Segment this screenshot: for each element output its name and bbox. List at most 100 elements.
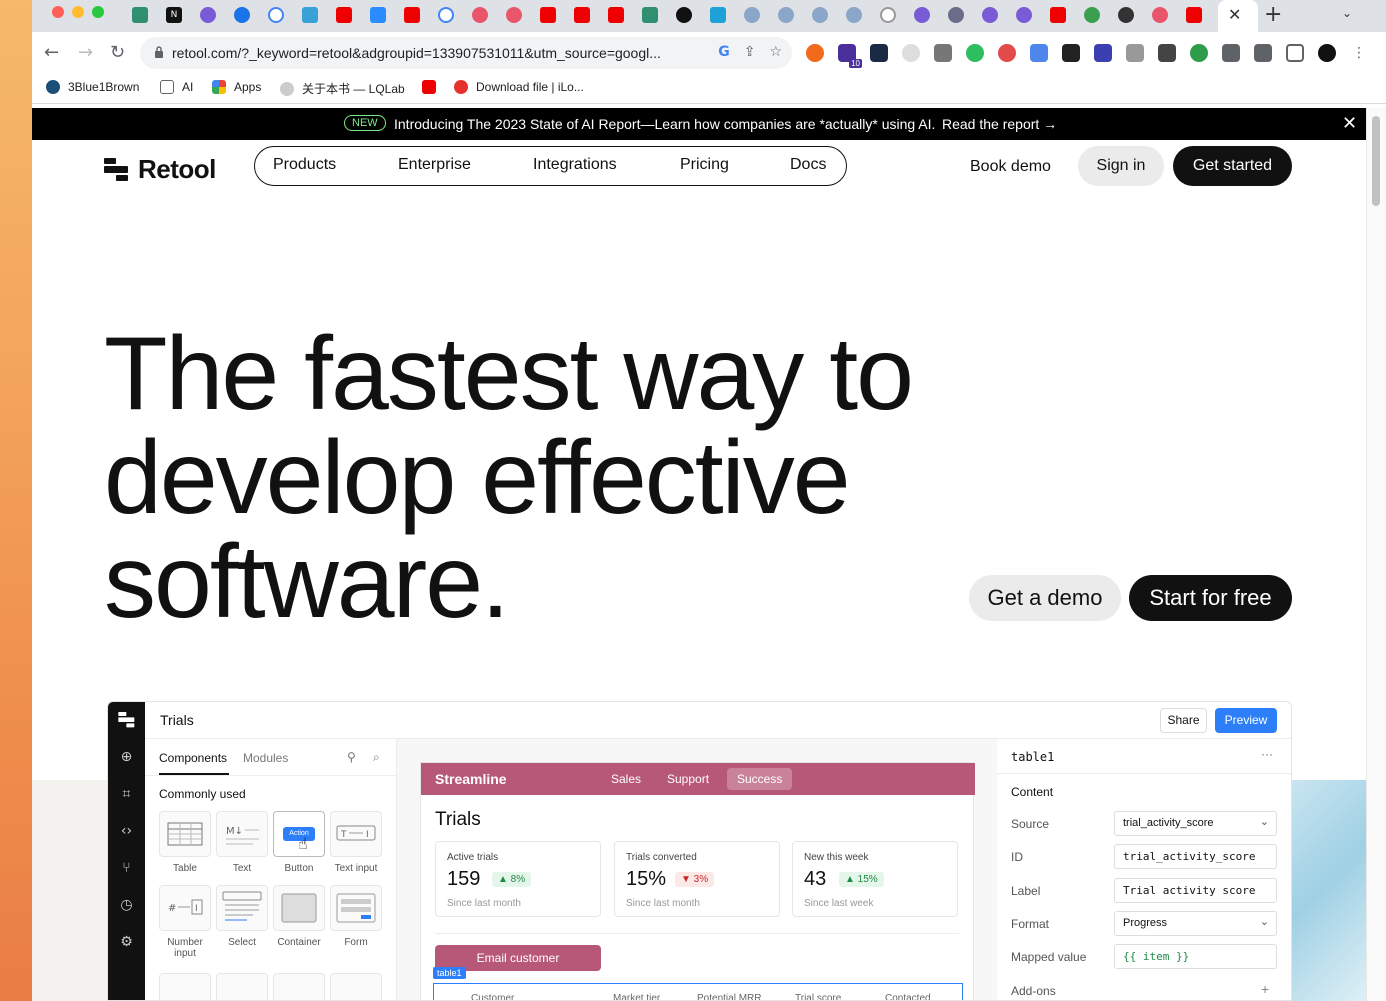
new-tab-icon[interactable]: + (1264, 2, 1282, 27)
extension-badge-icon[interactable]: 10 (838, 44, 862, 68)
sign-in-button[interactable]: Sign in (1078, 146, 1164, 186)
source-select[interactable]: trial_activity_score ⌄ (1114, 811, 1277, 836)
settings-gear-icon[interactable]: ⚙ (118, 934, 135, 951)
component-tile[interactable] (159, 973, 211, 1000)
add-component-icon[interactable]: ⊕ (118, 749, 135, 766)
tab-favicon-bilibili-icon[interactable] (710, 7, 726, 23)
share-icon[interactable]: ⇪ (744, 44, 756, 60)
add-addon-icon[interactable]: + (1261, 981, 1269, 997)
tab-favicon-icon[interactable] (914, 7, 930, 23)
react-devtools-icon[interactable] (870, 44, 888, 62)
maximize-window-button[interactable] (92, 6, 104, 18)
bookmark-3blue1brown[interactable]: 3Blue1Brown (46, 80, 139, 94)
nav-docs[interactable]: Docs (790, 156, 826, 174)
minimize-window-button[interactable] (72, 6, 84, 18)
evernote-icon[interactable] (966, 44, 984, 62)
tab-favicon-icon[interactable] (370, 7, 386, 23)
tab-favicon-openai-icon[interactable] (676, 7, 692, 23)
google-lens-icon[interactable]: G (718, 44, 730, 60)
extensions-puzzle-icon[interactable] (1222, 44, 1240, 62)
component-select[interactable] (216, 885, 268, 931)
table-header-cell[interactable]: Potential MRR (697, 993, 761, 1000)
tab-components[interactable]: Components (159, 751, 227, 765)
qr-code-icon[interactable] (1158, 44, 1176, 62)
tab-favicon-icon[interactable] (982, 7, 998, 23)
component-number-input[interactable]: # I (159, 885, 211, 931)
tab-favicon-youtube-icon[interactable] (1186, 7, 1202, 23)
table-selection-tag[interactable]: table1 (433, 967, 466, 979)
get-started-button[interactable]: Get started (1173, 146, 1292, 186)
tab-favicon-notion-icon[interactable]: N (166, 7, 182, 23)
tab-favicon-icon[interactable] (1016, 7, 1032, 23)
table-header-cell[interactable]: Market tier (613, 993, 660, 1000)
url-text[interactable]: retool.com/?_keyword=retool&adgroupid=13… (172, 45, 661, 61)
close-window-button[interactable] (52, 6, 64, 18)
tab-favicon-icon[interactable] (1152, 7, 1168, 23)
preview-button[interactable]: Preview (1215, 708, 1277, 733)
component-tile[interactable] (273, 973, 325, 1000)
tab-favicon-icon[interactable] (744, 7, 760, 23)
component-text[interactable]: M↓ (216, 811, 268, 857)
component-button[interactable]: Action ☝ (273, 811, 325, 857)
tab-favicon-youtube-icon[interactable] (608, 7, 624, 23)
extension-icon[interactable] (934, 44, 952, 62)
close-banner-icon[interactable]: ✕ (1342, 113, 1357, 134)
format-select[interactable]: Progress ⌄ (1114, 911, 1277, 936)
tab-favicon-chatgpt-icon[interactable] (132, 7, 148, 23)
side-panel-icon[interactable] (1286, 44, 1304, 62)
tab-search-chevron-icon[interactable]: ⌄ (1342, 6, 1352, 20)
extension-icon[interactable] (1126, 44, 1144, 62)
tab-favicon-icon[interactable] (472, 7, 488, 23)
tab-modules[interactable]: Modules (243, 751, 288, 765)
address-bar[interactable]: retool.com/?_keyword=retool&adgroupid=13… (140, 37, 792, 69)
tab-favicon-youtube-icon[interactable] (574, 7, 590, 23)
tab-favicon-youtube-icon[interactable] (404, 7, 420, 23)
label-input[interactable]: Trial activity score (1114, 878, 1277, 903)
streamline-nav-support[interactable]: Support (667, 772, 709, 786)
tab-favicon-icon[interactable] (200, 7, 216, 23)
retool-logo[interactable]: Retool (104, 154, 216, 185)
bookmark-youtube[interactable] (422, 80, 436, 94)
component-tile[interactable] (330, 973, 382, 1000)
read-report-link[interactable]: Read the report → (942, 116, 1057, 132)
bookmark-folder-ai[interactable]: AI (160, 80, 193, 94)
component-table[interactable] (159, 811, 211, 857)
get-a-demo-button[interactable]: Get a demo (969, 575, 1121, 621)
start-for-free-button[interactable]: Start for free (1129, 575, 1292, 621)
nav-integrations[interactable]: Integrations (533, 156, 617, 174)
bookmark-apps[interactable]: Apps (212, 80, 261, 94)
lock-icon[interactable] (154, 46, 164, 58)
tab-favicon-icon[interactable] (302, 7, 318, 23)
translate-icon[interactable] (1030, 44, 1048, 62)
tab-favicon-chatgpt-icon[interactable] (642, 7, 658, 23)
tab-favicon-youtube-icon[interactable] (1050, 7, 1066, 23)
pin-icon[interactable]: ⚲ (347, 750, 356, 764)
streamline-logo[interactable]: Streamline (435, 771, 507, 787)
profile-avatar[interactable] (1318, 44, 1336, 62)
tab-favicon-icon[interactable] (1118, 7, 1134, 23)
search-icon[interactable]: ⌕ (373, 750, 380, 765)
forward-icon[interactable]: → (78, 42, 93, 63)
table-header-cell[interactable]: Contacted (885, 993, 931, 1000)
extension-icon[interactable] (1094, 44, 1112, 62)
tab-favicon-icon[interactable] (846, 7, 862, 23)
more-menu-icon[interactable]: ⋮ (1350, 44, 1368, 62)
tab-favicon-icon[interactable] (1084, 7, 1100, 23)
streamline-nav-sales[interactable]: Sales (611, 772, 641, 786)
id-input[interactable]: trial_activity_score (1114, 844, 1277, 869)
tab-favicon-google-icon[interactable] (880, 7, 896, 23)
book-demo-link[interactable]: Book demo (970, 158, 1051, 176)
bookmark-ilovepdf[interactable]: Download file | iLo... (454, 80, 584, 94)
share-button[interactable]: Share (1160, 708, 1207, 733)
extension-icon[interactable] (902, 44, 920, 62)
reading-list-icon[interactable] (1254, 44, 1272, 62)
bookmark-lqlab[interactable]: 关于本书 — LQLab (280, 80, 405, 97)
tab-favicon-google-icon[interactable] (268, 7, 284, 23)
table-header-cell[interactable]: Trial score (795, 993, 841, 1000)
page-scrollbar[interactable] (1366, 108, 1386, 1001)
tab-favicon-icon[interactable] (506, 7, 522, 23)
tab-favicon-icon[interactable] (812, 7, 828, 23)
streamline-nav-success[interactable]: Success (737, 772, 782, 786)
extension-icon[interactable] (1062, 44, 1080, 62)
component-tile[interactable] (216, 973, 268, 1000)
